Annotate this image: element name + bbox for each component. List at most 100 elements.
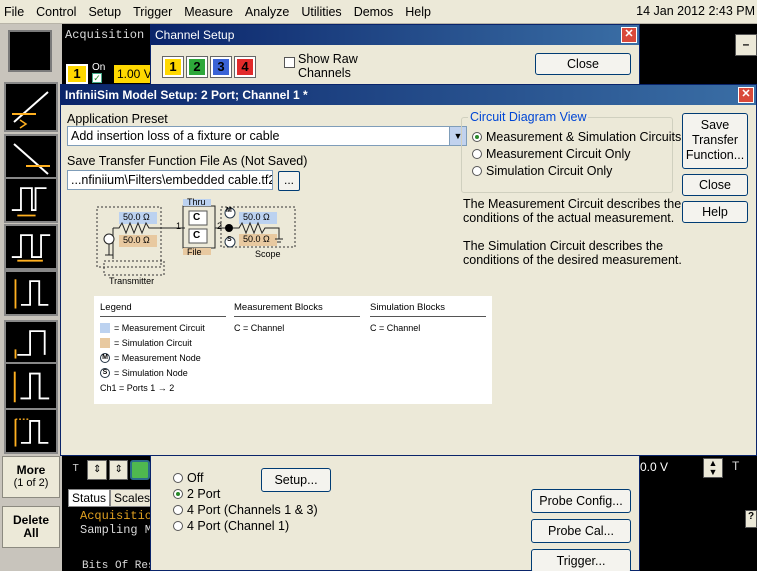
- save-transfer-function-button[interactable]: Save Transfer Function...: [682, 113, 748, 169]
- more-label: More: [16, 463, 46, 477]
- menu-file[interactable]: File: [0, 5, 30, 19]
- menu-demos[interactable]: Demos: [348, 5, 400, 19]
- show-raw-checkbox-box[interactable]: [284, 57, 295, 68]
- display-swatch[interactable]: [8, 30, 52, 72]
- channel-setup-close-icon[interactable]: ✕: [621, 27, 637, 43]
- measurement-desc-line1: The Measurement Circuit describes the: [463, 197, 682, 211]
- file-label: File: [187, 247, 202, 257]
- view-meas-only[interactable]: Measurement Circuit Only: [472, 147, 681, 161]
- trigger-button[interactable]: Trigger...: [531, 549, 631, 571]
- sim-blocks-header: Simulation Blocks: [370, 302, 445, 313]
- amplitude-icon[interactable]: [4, 320, 58, 366]
- left-toolbar: More (1 of 2) Delete All: [0, 24, 62, 571]
- more-button[interactable]: More (1 of 2): [2, 456, 60, 498]
- scope-label: Scope: [255, 249, 281, 259]
- radio-meas-sim[interactable]: [472, 132, 482, 142]
- rise-time-icon[interactable]: [4, 270, 58, 316]
- help-question-button[interactable]: ?: [745, 510, 757, 528]
- channel-1-on-checkbox[interactable]: ✓: [92, 73, 102, 83]
- spin-icon[interactable]: ⇕: [108, 460, 129, 480]
- radio-off[interactable]: [173, 473, 183, 483]
- view-meas-sim[interactable]: Measurement & Simulation Circuits: [472, 130, 681, 144]
- app-preset-select[interactable]: Add insertion loss of a fixture or cable…: [67, 126, 467, 146]
- port-option-4port-ch1-label: 4 Port (Channel 1): [187, 519, 290, 533]
- simulation-description: The Simulation Circuit describes the con…: [463, 239, 682, 267]
- top-base-icon[interactable]: [4, 408, 58, 454]
- menu-measure[interactable]: Measure: [178, 5, 239, 19]
- channel-1-number[interactable]: 1: [66, 64, 88, 84]
- circuit-view-group: Circuit Diagram View Measurement & Simul…: [461, 110, 681, 193]
- probe-config-button[interactable]: Probe Config...: [531, 489, 631, 513]
- show-raw-channels-checkbox[interactable]: Show Raw Channels: [284, 52, 358, 80]
- green-indicator[interactable]: [130, 460, 150, 480]
- meas-block-value: C = Channel: [234, 323, 285, 333]
- sim-block-value: C = Channel: [370, 323, 421, 333]
- port-option-4port-ch1[interactable]: 4 Port (Channel 1): [173, 519, 318, 533]
- measurement-desc-line2: conditions of the actual measurement.: [463, 211, 675, 225]
- channel-button-3[interactable]: 3: [210, 56, 232, 78]
- offset-spinner-icon[interactable]: ▲ ▼: [703, 458, 723, 478]
- menu-bar: File Control Setup Trigger Measure Analy…: [0, 0, 757, 24]
- show-raw-line1: Show Raw: [298, 52, 358, 66]
- minimize-button[interactable]: –: [735, 34, 757, 56]
- offset-value: 0.0 V: [640, 460, 669, 474]
- tx-sim-resistor: 50.0 Ω: [123, 235, 150, 245]
- menu-analyze[interactable]: Analyze: [239, 5, 295, 19]
- channel-setup-close-button[interactable]: Close: [535, 53, 631, 75]
- trigger-rising-icon[interactable]: [4, 82, 58, 132]
- probe-cal-button[interactable]: Probe Cal...: [531, 519, 631, 543]
- browse-button[interactable]: ...: [278, 171, 300, 191]
- pulse-width-icon[interactable]: [4, 177, 58, 223]
- spin-up-down-icon[interactable]: ⇕: [87, 460, 107, 480]
- legend-header: Legend: [100, 302, 132, 313]
- radio-4port-ch1[interactable]: [173, 521, 183, 531]
- show-raw-line2: Channels: [298, 66, 351, 80]
- simulation-desc-line2: conditions of the desired measurement.: [463, 253, 682, 267]
- legend-meas-circuit: = Measurement Circuit: [100, 323, 205, 333]
- delete-all-button[interactable]: Delete All: [2, 506, 60, 548]
- pulse-period-icon[interactable]: [4, 224, 58, 270]
- legend-sim-node: S = Simulation Node: [100, 368, 188, 378]
- radio-sim-only[interactable]: [472, 166, 482, 176]
- channel-button-1[interactable]: 1: [162, 56, 184, 78]
- view-meas-only-label: Measurement Circuit Only: [486, 147, 631, 161]
- simulation-desc-line1: The Simulation Circuit describes the: [463, 239, 664, 253]
- port-option-4port-ch13[interactable]: 4 Port (Channels 1 & 3): [173, 503, 318, 517]
- infiniisim-close-icon[interactable]: ✕: [738, 87, 754, 103]
- port-option-4port-ch13-label: 4 Port (Channels 1 & 3): [187, 503, 318, 517]
- radio-meas-only[interactable]: [472, 149, 482, 159]
- legend-sim-circuit: = Simulation Circuit: [100, 338, 192, 348]
- menu-trigger[interactable]: Trigger: [127, 5, 178, 19]
- menu-help[interactable]: Help: [399, 5, 437, 19]
- radio-4port-ch13[interactable]: [173, 505, 183, 515]
- save-path-field[interactable]: ...nfiniium\Filters\embedded cable.tf2: [67, 170, 273, 190]
- menu-setup[interactable]: Setup: [82, 5, 127, 19]
- date-time: 14 Jan 2012 2:43 PM: [636, 4, 755, 18]
- legend-item-0: = Measurement Circuit: [114, 323, 205, 333]
- more-sub: (1 of 2): [13, 477, 49, 489]
- channel-1-indicator[interactable]: 1 On ✓ 1.00 V: [66, 62, 154, 84]
- channel-1-on-toggle[interactable]: On ✓: [92, 62, 105, 83]
- menu-control[interactable]: Control: [30, 5, 82, 19]
- radio-2port[interactable]: [173, 489, 183, 499]
- tab-scales[interactable]: Scales: [110, 489, 155, 507]
- tab-status[interactable]: Status: [68, 489, 111, 507]
- infiniisim-help-button[interactable]: Help: [682, 201, 748, 223]
- channel-1-scale[interactable]: 1.00 V: [114, 65, 154, 83]
- overshoot-icon[interactable]: [4, 362, 58, 410]
- meas-blocks-header: Measurement Blocks: [234, 302, 323, 313]
- channel-buttons: 1 2 3 4: [162, 56, 256, 78]
- block-c-sim: C: [193, 230, 201, 241]
- channel-button-2[interactable]: 2: [186, 56, 208, 78]
- status-line-1: Acquisition: [80, 509, 160, 523]
- measurement-node-icon: M: [226, 207, 232, 214]
- thru-label: Thru: [187, 197, 206, 207]
- infiniisim-close-button[interactable]: Close: [682, 174, 748, 196]
- trigger-marker: T: [732, 459, 740, 473]
- view-sim-only-label: Simulation Circuit Only: [486, 164, 613, 178]
- t-marker: T: [72, 463, 79, 474]
- menu-utilities[interactable]: Utilities: [295, 5, 347, 19]
- port-setup-button[interactable]: Setup...: [261, 468, 331, 492]
- channel-button-4[interactable]: 4: [234, 56, 256, 78]
- view-sim-only[interactable]: Simulation Circuit Only: [472, 164, 681, 178]
